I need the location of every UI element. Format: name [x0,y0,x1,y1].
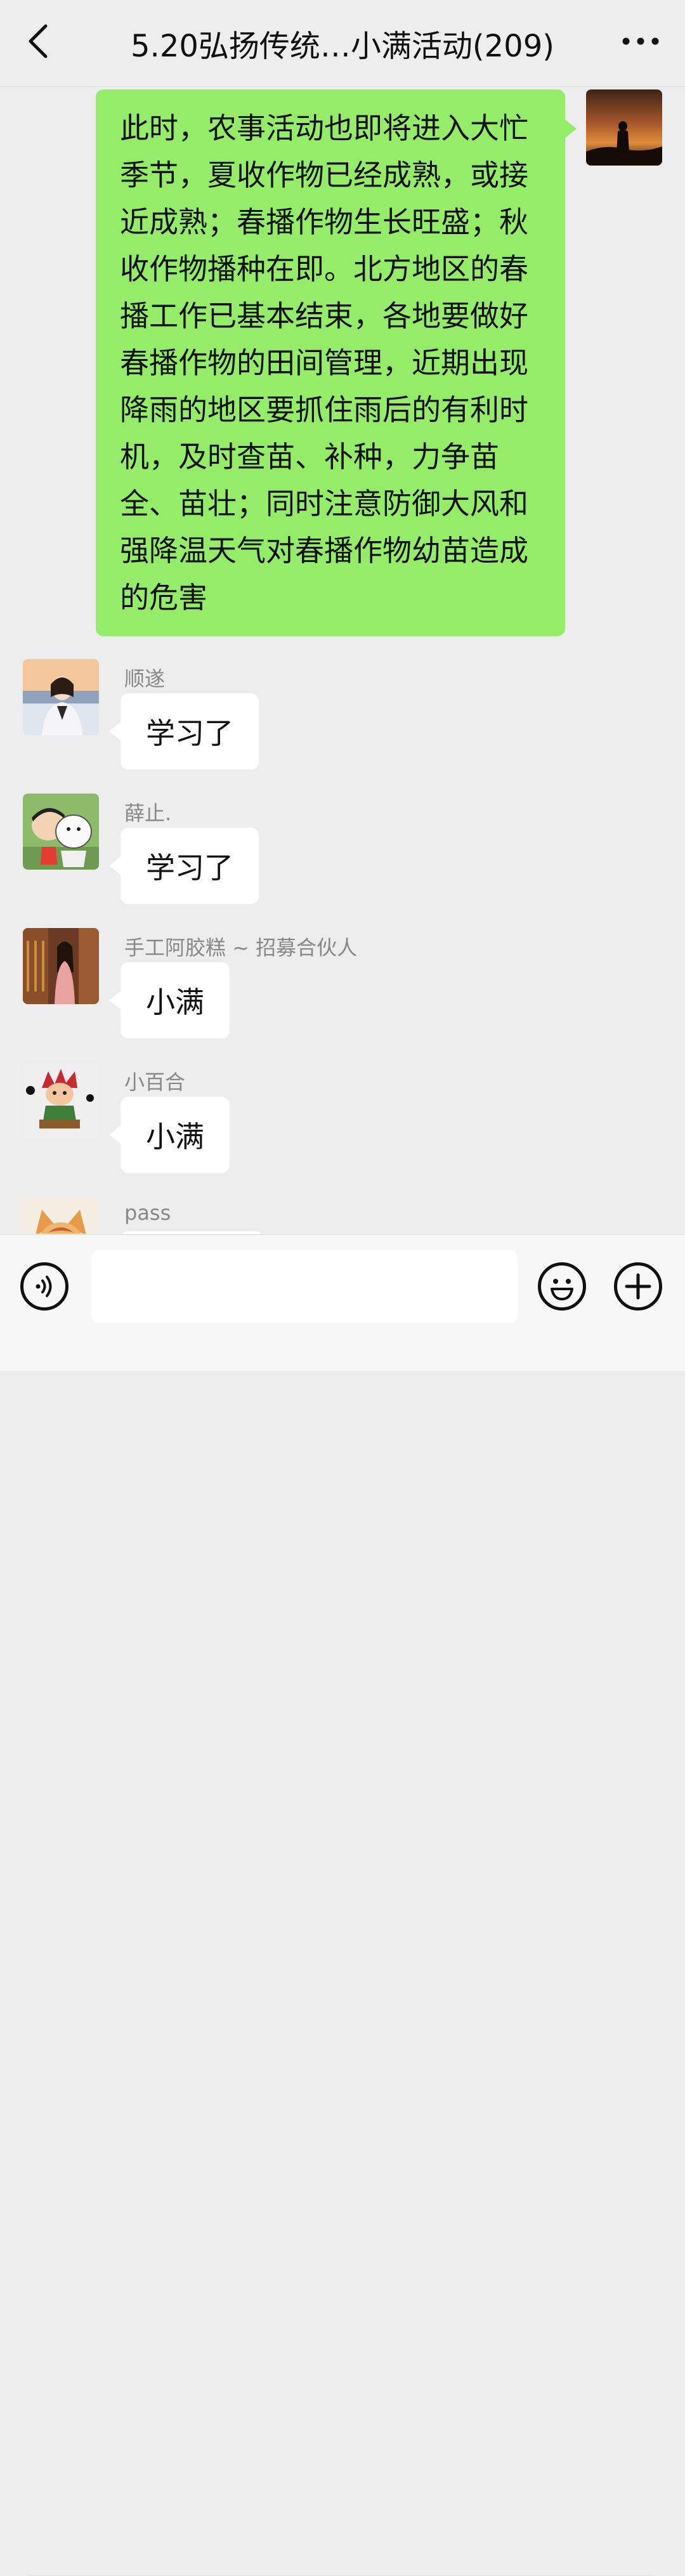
sender-name: 手工阿胶糕 ~ 招募合伙人 [124,936,358,960]
chat-title: 5.20弘扬传统…小满活动(209) [131,29,554,64]
message-input[interactable] [91,1250,518,1323]
avatar-self[interactable] [586,89,662,166]
message-bubble-self[interactable]: 此时，农事活动也即将进入大忙季节，夏收作物已经成熟，或接近成熟；春播作物生长旺盛… [96,89,577,636]
avatar-ejiao[interactable] [23,928,99,1004]
chat-header: 5.20弘扬传统…小满活动(209) [0,0,685,87]
avatar-xiaobaihe[interactable] [23,1062,99,1139]
message-bubble[interactable]: 学习了 [109,828,259,904]
sender-name: 薛止. [124,801,172,825]
message-list[interactable]: 此时，农事活动也即将进入大忙季节，夏收作物已经成熟，或接近成熟；春播作物生长旺盛… [0,87,685,1234]
message-bubble[interactable]: 小满 [109,1097,230,1173]
message-bubble[interactable]: 小满 [109,962,230,1038]
message-bubble[interactable] [121,1231,263,1234]
avatar-cartoon-image [23,1062,99,1139]
more-dots-icon [622,37,659,45]
avatar-sunset-image [586,89,662,166]
sender-name: 顺遂 [124,667,166,691]
back-button[interactable] [19,19,57,63]
emoji-icon [551,1279,573,1300]
voice-button[interactable] [20,1262,68,1311]
avatar-pass[interactable] [23,1197,99,1234]
avatar-shunsui[interactable] [23,659,99,735]
chevron-left-icon [29,24,48,58]
avatar-photo-image [23,659,99,735]
emoji-button[interactable] [538,1262,586,1311]
input-bar [0,1234,685,2576]
plus-icon [625,1273,651,1300]
plus-button[interactable] [614,1262,662,1311]
avatar-photo-image [23,928,99,1004]
sender-name: pass [124,1201,171,1225]
more-button[interactable] [615,19,666,63]
avatar-cartoon-image [23,1197,99,1234]
message-bubble[interactable]: 学习了 [109,693,259,769]
voice-icon [36,1276,52,1297]
sender-name: 小百合 [124,1070,186,1094]
avatar-xuezhi[interactable] [23,794,99,870]
avatar-cartoon-image [23,794,99,870]
